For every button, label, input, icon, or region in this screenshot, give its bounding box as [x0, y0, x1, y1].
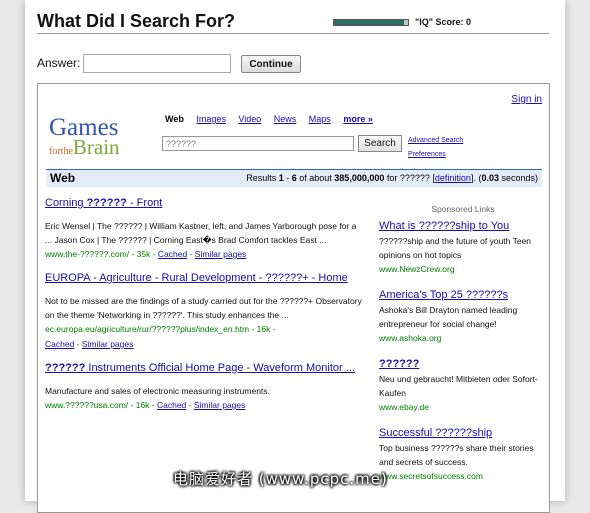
game-page: What Did I Search For? "IQ" Score: 0 Ans…	[25, 0, 565, 513]
result-url: www.the-??????.com/ - 35k -	[45, 249, 158, 259]
search-button[interactable]: Search	[358, 135, 402, 152]
range-sep: -	[283, 173, 292, 183]
ad-item: ?????? Neu und gebraucht! Mitbieten oder…	[379, 357, 547, 414]
results-stats: Results 1 - 6 of about 385,000,000 for ?…	[246, 173, 538, 183]
result-url-line: www.the-??????.com/ - 35k - Cached - Sim…	[45, 247, 365, 262]
tab-video[interactable]: Video	[238, 114, 261, 124]
tab-maps[interactable]: Maps	[309, 114, 331, 124]
advanced-search-link[interactable]: Advanced Search	[408, 134, 463, 148]
search-result: Corning ?????? - Front Eric Wensel | The…	[45, 196, 365, 262]
logo-forthe: forthe	[49, 146, 73, 157]
ad-item: Successful ??????ship Top business ?????…	[379, 426, 547, 483]
result-snippet: Not to be missed are the findings of a s…	[45, 296, 362, 320]
ad-url: www.ashoka.org	[379, 333, 442, 343]
logo-brain: Brain	[72, 135, 120, 159]
ad-text: Top business ??????s share their stories…	[379, 443, 534, 467]
separator: -	[187, 249, 195, 259]
search-options: Advanced Search Preferences	[408, 134, 463, 162]
stats-seconds: seconds)	[498, 173, 538, 183]
cached-link[interactable]: Cached	[45, 339, 74, 349]
result-title-term: ??????	[86, 197, 127, 209]
similar-pages-link[interactable]: Similar pages	[194, 400, 246, 410]
cached-link[interactable]: Cached	[158, 249, 187, 259]
ad-url: www.NewzCrew.org	[379, 264, 455, 274]
sign-in-link[interactable]: Sign in	[511, 94, 542, 105]
definition-link[interactable]: definition	[435, 173, 471, 183]
result-title-link[interactable]: ?????? Instruments Official Home Page - …	[45, 361, 365, 376]
tab-web[interactable]: Web	[165, 114, 184, 124]
iq-score-label: "IQ" Score: 0	[415, 17, 472, 27]
sponsored-links: Sponsored Links What is ??????ship to Yo…	[379, 204, 547, 495]
search-result: ?????? Instruments Official Home Page - …	[45, 361, 365, 413]
ad-text: Ashoka's Bill Drayton named leading entr…	[379, 305, 518, 329]
result-title-part: Corning	[45, 197, 87, 209]
result-title-link[interactable]: EUROPA - Agriculture - Rural Development…	[45, 271, 365, 286]
result-url: www.??????usa.com/ - 16k -	[45, 400, 157, 410]
result-title-link[interactable]: Corning ?????? - Front	[45, 196, 365, 211]
result-title-part: Instruments Official Home Page - Wavefor…	[85, 362, 355, 374]
result-snippet: Eric Wensel | The ?????? | William Kastn…	[45, 221, 357, 245]
result-url-line: ec.europa.eu/agriculture/rur/??????plus/…	[45, 322, 365, 352]
ad-text: ??????ship and the future of youth Teen …	[379, 236, 532, 260]
results-bar-label: Web	[50, 171, 76, 185]
result-title-part: - Front	[126, 197, 163, 209]
stats-prefix: Results	[246, 173, 279, 183]
results-total: 385,000,000	[334, 173, 385, 183]
iq-progress-bar	[333, 19, 409, 26]
separator: -	[186, 400, 194, 410]
results-bar: Web Results 1 - 6 of about 385,000,000 f…	[46, 169, 542, 187]
ad-item: What is ??????ship to You ??????ship and…	[379, 219, 547, 276]
ad-item: America's Top 25 ??????s Ashoka's Bill D…	[379, 288, 547, 345]
sponsored-label: Sponsored Links	[431, 204, 495, 214]
ad-text: Neu und gebraucht! Mitbieten oder Sofort…	[379, 374, 538, 398]
of-about: of about	[296, 173, 335, 183]
iq-progress-fill	[334, 20, 405, 25]
search-result: EUROPA - Agriculture - Rural Development…	[45, 271, 365, 352]
search-results-frame: Sign in Games fortheBrain Web Images Vid…	[37, 83, 550, 513]
result-url-line: www.??????usa.com/ - 16k - Cached - Simi…	[45, 398, 365, 413]
results-time: 0.03	[481, 173, 499, 183]
ad-title-link[interactable]: Successful ??????ship	[379, 426, 547, 441]
ad-title-link[interactable]: America's Top 25 ??????s	[379, 288, 547, 303]
ad-title-link[interactable]: What is ??????ship to You	[379, 219, 547, 234]
search-input[interactable]	[162, 136, 354, 151]
continue-button[interactable]: Continue	[241, 55, 301, 73]
similar-pages-link[interactable]: Similar pages	[82, 339, 134, 349]
result-url: ec.europa.eu/agriculture/rur/??????plus/…	[45, 324, 276, 334]
result-title-term: ??????	[45, 362, 86, 374]
similar-pages-link[interactable]: Similar pages	[195, 249, 247, 259]
tab-more[interactable]: more »	[343, 114, 373, 124]
answer-input[interactable]	[83, 54, 231, 73]
tab-news[interactable]: News	[274, 114, 297, 124]
games-for-the-brain-logo: Games fortheBrain	[49, 115, 120, 158]
ad-title-link[interactable]: ??????	[379, 357, 547, 372]
ad-url: www.ebay.de	[379, 402, 429, 412]
watermark: 电脑爱好者 (www.pcpc.me)	[173, 470, 388, 488]
ad-url: www.secretsofsuccess.com	[379, 471, 483, 481]
result-snippet: Manufacture and sales of electronic meas…	[45, 386, 270, 396]
search-tabs: Web Images Video News Maps more »	[165, 114, 383, 124]
result-title-part: EUROPA - Agriculture - Rural Development…	[45, 272, 348, 284]
preferences-link[interactable]: Preferences	[408, 148, 463, 162]
stats-close: ]. (	[470, 173, 482, 183]
cached-link[interactable]: Cached	[157, 400, 186, 410]
stats-for: for ?????? [	[384, 173, 435, 183]
divider	[37, 33, 549, 34]
separator: -	[74, 339, 82, 349]
page-title: What Did I Search For?	[37, 11, 236, 31]
organic-results: Corning ?????? - Front Eric Wensel | The…	[45, 196, 365, 422]
tab-images[interactable]: Images	[196, 114, 226, 124]
answer-label: Answer:	[37, 56, 81, 70]
